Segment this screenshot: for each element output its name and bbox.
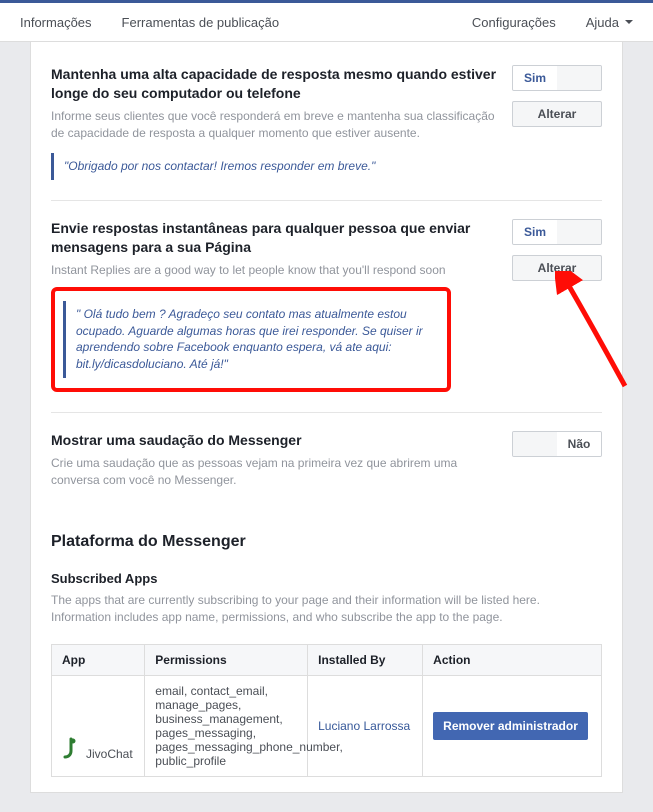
quote-block: "Obrigado por nos contactar! Iremos resp…: [51, 153, 497, 180]
section-desc: Crie uma saudação que as pessoas vejam n…: [51, 455, 497, 489]
alter-button[interactable]: Alterar: [512, 101, 602, 127]
toggle-no-empty[interactable]: [557, 220, 601, 244]
remove-admin-button[interactable]: Remover administrador: [433, 712, 588, 740]
jivochat-icon: [62, 737, 80, 761]
nav-settings[interactable]: Configurações: [472, 15, 556, 30]
content-panel: Mantenha uma alta capacidade de resposta…: [30, 42, 623, 793]
cell-action: Remover administrador: [423, 676, 602, 777]
quote-text: " Olá tudo bem ? Agradeço seu contato ma…: [76, 306, 429, 373]
subscribed-apps-title: Subscribed Apps: [51, 571, 602, 586]
section-title: Mostrar uma saudação do Messenger: [51, 431, 497, 450]
quote-block: " Olá tudo bem ? Agradeço seu contato ma…: [63, 301, 439, 378]
greeting-section: Mostrar uma saudação do Messenger Crie u…: [51, 412, 602, 508]
toggle-greeting[interactable]: Não: [512, 431, 602, 457]
toggle-no[interactable]: Não: [557, 432, 601, 456]
top-bar: Informações Ferramentas de publicação Co…: [0, 0, 653, 42]
nav-info[interactable]: Informações: [20, 15, 92, 30]
col-permissions: Permissions: [145, 645, 308, 676]
table-header-row: App Permissions Installed By Action: [52, 645, 602, 676]
subscribed-apps-desc: The apps that are currently subscribing …: [51, 592, 602, 626]
cell-app: JivoChat: [52, 676, 145, 777]
cell-permissions: email, contact_email, manage_pages, busi…: [145, 676, 308, 777]
quote-text: "Obrigado por nos contactar! Iremos resp…: [64, 158, 487, 175]
col-app: App: [52, 645, 145, 676]
alter-button[interactable]: Alterar: [512, 255, 602, 281]
toggle-yes[interactable]: Sim: [513, 220, 557, 244]
app-name: JivoChat: [86, 747, 133, 761]
apps-table: App Permissions Installed By Action Jivo…: [51, 644, 602, 777]
col-installed-by: Installed By: [308, 645, 423, 676]
nav-publishing-tools[interactable]: Ferramentas de publicação: [122, 15, 280, 30]
messenger-platform-section: Plataforma do Messenger Subscribed Apps …: [51, 533, 602, 777]
toggle-yes-empty[interactable]: [513, 432, 557, 456]
instant-replies-section: Envie respostas instantâneas para qualqu…: [51, 200, 602, 412]
table-row: JivoChat email, contact_email, manage_pa…: [52, 676, 602, 777]
toggle-away[interactable]: Sim: [512, 65, 602, 91]
highlight-box: " Olá tudo bem ? Agradeço seu contato ma…: [51, 287, 451, 392]
platform-title: Plataforma do Messenger: [51, 533, 602, 551]
section-title: Mantenha uma alta capacidade de resposta…: [51, 65, 497, 103]
installer-link[interactable]: Luciano Larrossa: [318, 719, 410, 733]
section-title: Envie respostas instantâneas para qualqu…: [51, 219, 497, 257]
nav-help[interactable]: Ajuda: [586, 15, 633, 30]
section-desc: Instant Replies are a good way to let pe…: [51, 262, 497, 279]
away-response-section: Mantenha uma alta capacidade de resposta…: [51, 57, 602, 200]
section-desc: Informe seus clientes que você responder…: [51, 108, 497, 142]
toggle-instant[interactable]: Sim: [512, 219, 602, 245]
toggle-no-empty[interactable]: [557, 66, 601, 90]
caret-down-icon: [625, 20, 633, 24]
toggle-yes[interactable]: Sim: [513, 66, 557, 90]
cell-installed-by: Luciano Larrossa: [308, 676, 423, 777]
col-action: Action: [423, 645, 602, 676]
